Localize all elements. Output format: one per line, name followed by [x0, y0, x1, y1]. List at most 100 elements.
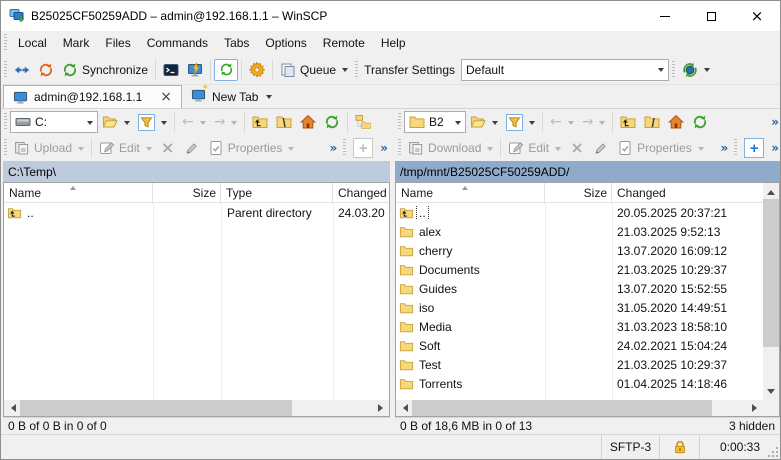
local-back-button[interactable]: ← [178, 110, 210, 134]
resize-grip-icon[interactable] [767, 446, 779, 458]
menu-options[interactable]: Options [257, 33, 314, 53]
swap-panels-button[interactable] [10, 58, 34, 82]
local-path-bar[interactable]: C:\Temp\ [3, 161, 390, 182]
remote-command-button[interactable] [183, 58, 207, 82]
remote-home-button[interactable] [664, 110, 688, 134]
protocol-cell[interactable]: SFTP-3 [602, 435, 660, 459]
local-rename-button[interactable] [180, 136, 204, 160]
refresh-session-button[interactable] [214, 59, 238, 81]
toolbar-overflow-chevron[interactable]: » [768, 115, 781, 129]
synchronize-button[interactable]: Synchronize [58, 58, 152, 82]
file-row[interactable]: alex 21.03.2025 9:52:13 [396, 222, 763, 241]
maximize-button[interactable] [688, 1, 734, 31]
scroll-up-button[interactable] [763, 183, 779, 199]
backslash-glyph: \ [282, 116, 285, 130]
scroll-down-button[interactable] [763, 384, 779, 400]
hidden-files-count[interactable]: 3 hidden [729, 419, 775, 433]
scroll-right-button[interactable] [747, 400, 763, 416]
local-home-button[interactable] [296, 110, 320, 134]
toolbar-overflow-chevron[interactable]: » [717, 141, 731, 155]
local-root-directory-button[interactable]: \ [272, 110, 296, 134]
column-header-changed[interactable]: Changed [612, 183, 763, 202]
remote-delete-button[interactable]: × [565, 136, 589, 160]
column-header-size[interactable]: Size [545, 183, 612, 202]
file-row[interactable]: Media 31.03.2023 18:58:10 [396, 317, 763, 336]
remote-add-button[interactable]: + [740, 136, 768, 160]
scrollbar-thumb[interactable] [412, 400, 712, 416]
local-open-directory-button[interactable] [98, 110, 134, 134]
scroll-left-button[interactable] [4, 400, 20, 416]
remote-open-directory-button[interactable] [466, 110, 502, 134]
menu-files[interactable]: Files [97, 33, 138, 53]
remote-drive-combo[interactable]: B2 [404, 111, 466, 133]
local-forward-button[interactable]: → [210, 110, 242, 134]
file-row[interactable]: Soft 24.02.2021 15:04:24 [396, 336, 763, 355]
file-row[interactable]: cherry 13.07.2020 16:09:12 [396, 241, 763, 260]
file-row[interactable]: iso 31.05.2020 14:49:51 [396, 298, 763, 317]
toolbar-overflow-chevron[interactable]: » [326, 141, 340, 155]
remote-root-directory-button[interactable]: / [640, 110, 664, 134]
remote-filter-button[interactable] [502, 110, 539, 134]
scrollbar-thumb[interactable] [20, 400, 292, 416]
menu-commands[interactable]: Commands [139, 33, 216, 53]
status-message-cell [1, 435, 602, 459]
column-header-name[interactable]: Name [396, 183, 545, 202]
menu-local[interactable]: Local [10, 33, 55, 53]
download-button[interactable]: Download [404, 136, 497, 160]
remote-back-button[interactable]: ← [546, 110, 578, 134]
file-row[interactable]: Torrents 01.04.2025 14:18:46 [396, 374, 763, 393]
new-tab-button[interactable]: ✦ New Tab [182, 85, 281, 108]
local-filter-button[interactable] [134, 110, 171, 134]
queue-button[interactable]: Queue [276, 58, 352, 82]
column-header-size[interactable]: Size [153, 183, 221, 202]
file-row[interactable]: .. 20.05.2025 20:37:21 [396, 203, 763, 222]
remote-path-bar[interactable]: /tmp/mnt/B25025CF50259ADD/ [395, 161, 780, 182]
column-header-changed[interactable]: Changed [333, 183, 389, 202]
toolbar-overflow-chevron[interactable]: » [768, 141, 781, 155]
remote-forward-button[interactable]: → [578, 110, 610, 134]
remote-rename-button[interactable] [589, 136, 613, 160]
remote-parent-directory-button[interactable] [616, 110, 640, 134]
remote-properties-button[interactable]: Properties [613, 136, 708, 160]
local-parent-directory-button[interactable] [248, 110, 272, 134]
title-bar[interactable]: B25025CF50259ADD – admin@192.168.1.1 – W… [1, 1, 780, 31]
remote-vertical-scrollbar[interactable] [763, 183, 779, 400]
menu-help[interactable]: Help [373, 33, 414, 53]
file-row[interactable]: Documents 21.03.2025 10:29:37 [396, 260, 763, 279]
column-header-name[interactable]: Name [4, 183, 153, 202]
remote-panel-toolbar: B2 ← → / » [395, 109, 781, 135]
upload-button[interactable]: Upload [10, 136, 88, 160]
menu-mark[interactable]: Mark [55, 33, 98, 53]
scroll-right-button[interactable] [373, 400, 389, 416]
local-directory-tree-button[interactable] [351, 110, 375, 134]
file-row[interactable]: .. Parent directory 24.03.20 [4, 203, 389, 222]
close-button[interactable]: × [734, 1, 780, 31]
local-refresh-button[interactable] [320, 110, 344, 134]
transfer-options-button[interactable] [678, 58, 714, 82]
open-console-button[interactable] [159, 58, 183, 82]
encryption-cell[interactable] [660, 435, 700, 459]
transfer-settings-combo[interactable]: Default [461, 59, 669, 81]
scrollbar-thumb[interactable] [763, 199, 779, 347]
local-drive-combo[interactable]: C: [10, 111, 98, 133]
menu-tabs[interactable]: Tabs [216, 33, 257, 53]
remote-edit-button[interactable]: Edit [504, 136, 565, 160]
minimize-button[interactable] [642, 1, 688, 31]
tab-close-icon[interactable]: × [160, 90, 172, 104]
remote-horizontal-scrollbar[interactable] [396, 400, 763, 416]
toolbar-overflow-chevron[interactable]: » [377, 141, 391, 155]
remote-refresh-button[interactable] [688, 110, 712, 134]
synchronize-browsing-button[interactable] [34, 58, 58, 82]
session-tab[interactable]: admin@192.168.1.1 × [3, 85, 182, 108]
local-edit-button[interactable]: Edit [95, 136, 156, 160]
file-row[interactable]: Test 21.03.2025 10:29:37 [396, 355, 763, 374]
file-row[interactable]: Guides 13.07.2020 15:52:55 [396, 279, 763, 298]
local-properties-button[interactable]: Properties [204, 136, 299, 160]
menu-remote[interactable]: Remote [315, 33, 373, 53]
scroll-left-button[interactable] [396, 400, 412, 416]
local-delete-button[interactable]: × [156, 136, 180, 160]
column-header-type[interactable]: Type [221, 183, 333, 202]
local-add-button[interactable]: + [349, 136, 377, 160]
local-horizontal-scrollbar[interactable] [4, 400, 389, 416]
preferences-button[interactable] [245, 58, 269, 82]
